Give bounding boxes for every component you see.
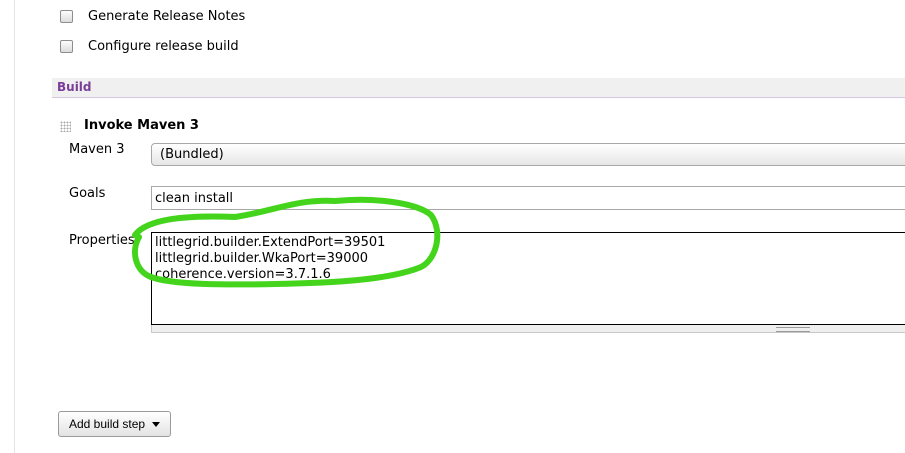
properties-line: coherence.version=3.7.1.6 [155,267,331,282]
resize-grip-icon[interactable] [776,327,810,332]
drag-handle-icon[interactable] [60,121,71,132]
goals-input[interactable] [151,186,905,210]
configure-release-build-checkbox[interactable] [60,40,73,53]
maven-version-select[interactable]: (Bundled) [151,143,905,166]
configure-release-build-option[interactable]: Configure release build [60,39,239,54]
section-title: Build [57,80,92,94]
generate-release-notes-option[interactable]: Generate Release Notes [60,9,245,24]
generate-release-notes-label: Generate Release Notes [88,9,246,24]
configure-release-build-label: Configure release build [88,39,239,54]
caret-down-icon [152,422,161,427]
goals-label: Goals [69,186,106,201]
add-build-step-label: Add build step [69,417,146,431]
maven-version-label: Maven 3 [69,142,125,157]
properties-line: littlegrid.builder.WkaPort=39000 [155,251,369,266]
properties-textarea[interactable]: littlegrid.builder.ExtendPort=39501 litt… [151,232,905,325]
properties-line: littlegrid.builder.ExtendPort=39501 [155,235,386,250]
textarea-resize-bar[interactable] [151,325,905,333]
generate-release-notes-checkbox[interactable] [60,10,73,23]
build-section-header: Build [52,78,905,98]
left-border [14,0,15,453]
properties-label: Properties [69,233,135,248]
add-build-step-button[interactable]: Add build step [58,411,172,437]
build-step-title: Invoke Maven 3 [84,118,199,133]
maven-version-value: (Bundled) [160,147,224,162]
